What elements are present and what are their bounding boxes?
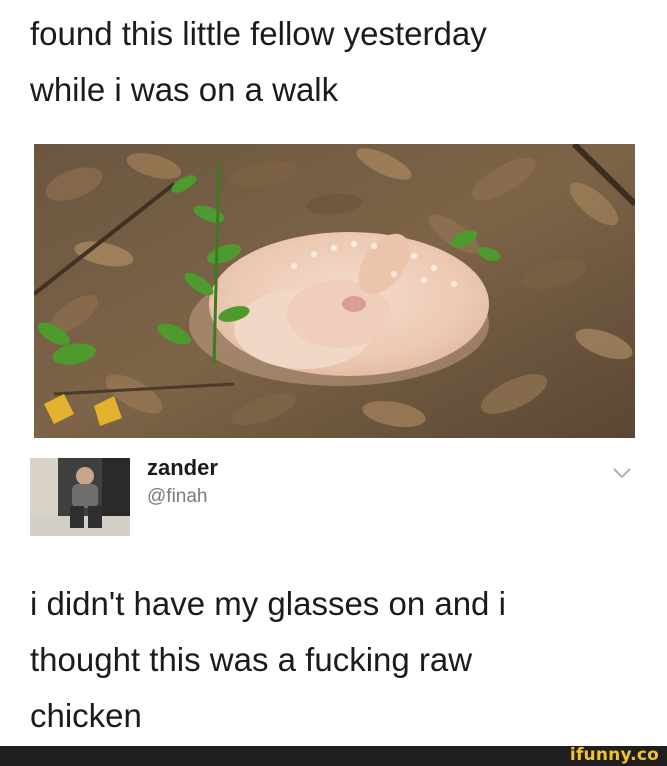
caption-line-1: found this little fellow yesterday bbox=[30, 15, 487, 52]
fawn-photo bbox=[34, 144, 635, 438]
avatar-photo bbox=[30, 458, 130, 536]
chevron-down-icon[interactable] bbox=[612, 466, 632, 480]
ifunny-watermark: ifunny.co bbox=[569, 745, 659, 765]
user-handle[interactable]: @finah bbox=[147, 486, 208, 508]
tweet-line-2: thought this was a fucking raw bbox=[30, 641, 473, 678]
caption-line-2: while i was on a walk bbox=[30, 71, 339, 108]
meme-caption: found this little fellow yesterday while… bbox=[30, 6, 650, 118]
fawn-illustration bbox=[34, 144, 635, 438]
tweet-text: i didn't have my glasses on and i though… bbox=[30, 576, 650, 744]
watermark-bar: ifunny.co bbox=[0, 745, 667, 766]
tweet-line-3: chicken bbox=[30, 697, 142, 734]
avatar[interactable] bbox=[30, 458, 130, 536]
tweet-line-1: i didn't have my glasses on and i bbox=[30, 585, 506, 622]
display-name[interactable]: zander bbox=[147, 455, 218, 481]
